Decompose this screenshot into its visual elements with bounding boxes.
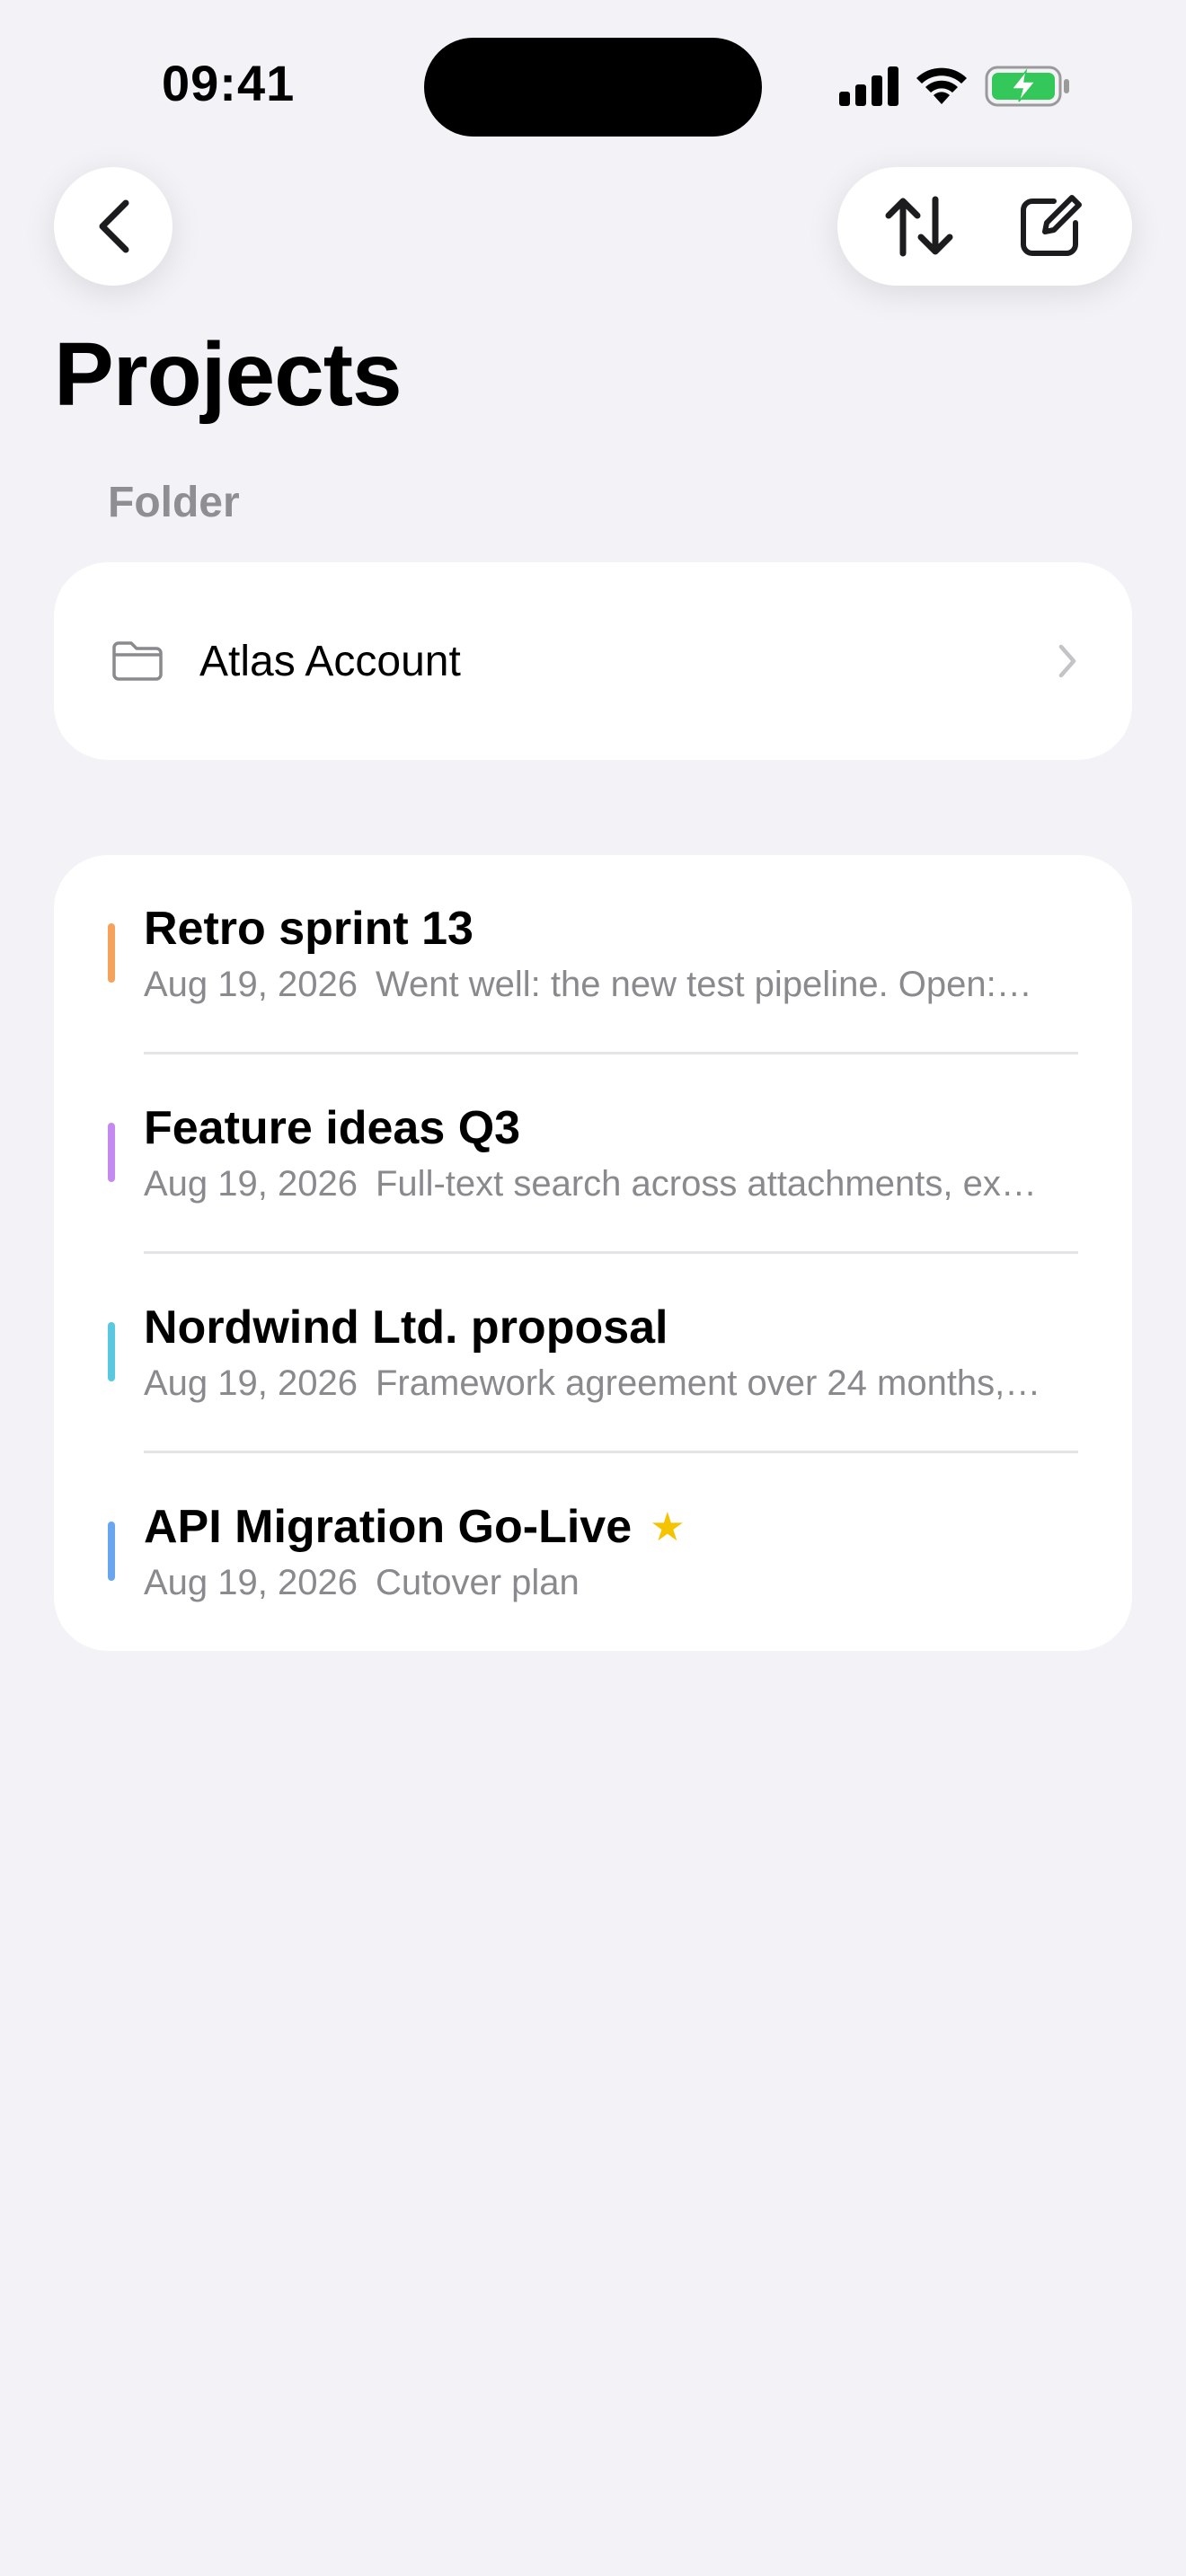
note-date: Aug 19, 2026 bbox=[144, 965, 358, 1004]
note-preview: Cutover plan bbox=[376, 1563, 580, 1602]
chevron-left-icon bbox=[99, 199, 129, 253]
note-date: Aug 19, 2026 bbox=[144, 1164, 358, 1204]
sort-arrows-icon bbox=[885, 196, 953, 257]
note-color-bar bbox=[108, 923, 115, 983]
note-meta: Aug 19, 2026 Went well: the new test pipe… bbox=[144, 965, 1096, 1005]
note-row[interactable]: Feature ideas Q3 Aug 19, 2026 Full-text s… bbox=[54, 1054, 1132, 1254]
folder-icon bbox=[112, 641, 163, 681]
star-icon: ★ bbox=[650, 1504, 686, 1549]
note-title-text: API Migration Go-Live bbox=[144, 1501, 633, 1553]
note-preview: Framework agreement over 24 months,… bbox=[376, 1363, 1041, 1403]
wifi-icon bbox=[916, 67, 967, 104]
folder-row-atlas-account[interactable]: Atlas Account bbox=[54, 562, 1132, 760]
compose-icon bbox=[1021, 195, 1082, 256]
note-meta: Aug 19, 2026 Framework agreement over 24 … bbox=[144, 1363, 1096, 1404]
note-preview: Full-text search across attachments, ex… bbox=[376, 1164, 1037, 1204]
note-date: Aug 19, 2026 bbox=[144, 1563, 358, 1602]
note-title: API Migration Go-Live ★ bbox=[144, 1500, 686, 1554]
note-color-bar bbox=[108, 1123, 115, 1182]
notes-list: Retro sprint 13 Aug 19, 2026 Went well: t… bbox=[54, 855, 1132, 1651]
note-date: Aug 19, 2026 bbox=[144, 1363, 358, 1403]
compose-button[interactable] bbox=[996, 172, 1104, 280]
back-button[interactable] bbox=[54, 167, 173, 286]
page-title: Projects bbox=[54, 324, 403, 425]
note-title-text: Retro sprint 13 bbox=[144, 903, 474, 955]
note-row[interactable]: Nordwind Ltd. proposal Aug 19, 2026 Frame… bbox=[54, 1254, 1132, 1453]
note-title-text: Feature ideas Q3 bbox=[144, 1102, 521, 1154]
note-title: Nordwind Ltd. proposal bbox=[144, 1301, 668, 1354]
note-row[interactable]: API Migration Go-Live ★ Aug 19, 2026 Cuto… bbox=[54, 1453, 1132, 1651]
note-preview: Went well: the new test pipeline. Open:… bbox=[376, 965, 1032, 1004]
folder-section-label: Folder bbox=[108, 479, 240, 526]
note-row[interactable]: Retro sprint 13 Aug 19, 2026 Went well: t… bbox=[54, 855, 1132, 1054]
battery-charging-icon bbox=[985, 66, 1069, 107]
status-time: 09:41 bbox=[162, 55, 296, 111]
cellular-signal-icon bbox=[839, 66, 898, 106]
note-title-text: Nordwind Ltd. proposal bbox=[144, 1301, 668, 1354]
folder-name: Atlas Account bbox=[199, 637, 461, 685]
chevron-right-icon bbox=[1058, 644, 1076, 678]
toolbar-actions bbox=[837, 167, 1132, 286]
sort-button[interactable] bbox=[865, 172, 973, 280]
dynamic-island bbox=[424, 38, 762, 137]
note-color-bar bbox=[108, 1322, 115, 1381]
status-icons bbox=[839, 61, 1071, 111]
note-meta: Aug 19, 2026 Cutover plan bbox=[144, 1563, 1096, 1603]
note-title: Retro sprint 13 bbox=[144, 902, 474, 956]
note-color-bar bbox=[108, 1522, 115, 1581]
note-meta: Aug 19, 2026 Full-text search across atta… bbox=[144, 1164, 1096, 1204]
note-title: Feature ideas Q3 bbox=[144, 1101, 520, 1155]
